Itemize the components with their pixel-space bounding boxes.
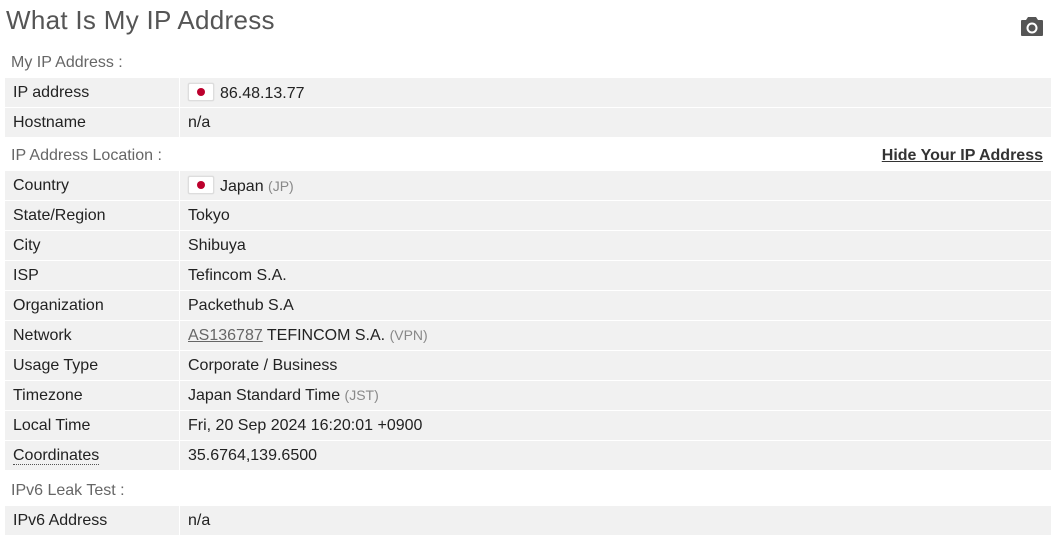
row-value-local-time: Fri, 20 Sep 2024 16:20:01 +0900: [179, 410, 1051, 441]
country-code: (JP): [268, 177, 294, 194]
row-value-coordinates: 35.6764,139.6500: [179, 440, 1051, 471]
table-row: IPv6 Address n/a: [5, 506, 1051, 536]
row-value-organization: Packethub S.A: [179, 290, 1051, 321]
row-value-ipv6: n/a: [179, 506, 1051, 536]
row-value-isp: Tefincom S.A.: [179, 260, 1051, 291]
table-row: State/Region Tokyo: [5, 200, 1051, 231]
table-row: City Shibuya: [5, 230, 1051, 261]
row-key-network: Network: [5, 320, 180, 351]
coordinates-label[interactable]: Coordinates: [13, 446, 100, 465]
table-row: ISP Tefincom S.A.: [5, 260, 1051, 291]
row-key-state: State/Region: [5, 200, 180, 231]
hide-ip-link[interactable]: Hide Your IP Address: [882, 141, 1043, 171]
asn-link[interactable]: AS136787: [188, 327, 263, 344]
row-key-coordinates: Coordinates: [5, 440, 180, 471]
row-value-city: Shibuya: [179, 230, 1051, 261]
ip-section-header: My IP Address :: [5, 48, 1051, 78]
country-value: Japan: [220, 177, 264, 195]
ipv6-section-label: IPv6 Leak Test :: [11, 482, 125, 499]
ip-table: IP address 86.48.13.77 Hostname n/a: [5, 78, 1051, 138]
row-key-ip-address: IP address: [5, 78, 180, 108]
table-row: Organization Packethub S.A: [5, 290, 1051, 321]
location-section-header: IP Address Location : Hide Your IP Addre…: [5, 141, 1051, 171]
timezone-name: Japan Standard Time: [188, 386, 341, 404]
table-row: Usage Type Corporate / Business: [5, 350, 1051, 381]
row-key-organization: Organization: [5, 290, 180, 321]
table-row: Network AS136787 TEFINCOM S.A. (VPN): [5, 320, 1051, 351]
row-value-network: AS136787 TEFINCOM S.A. (VPN): [179, 320, 1051, 351]
network-type: (VPN): [389, 326, 428, 343]
location-table: Country Japan (JP) State/Region Tokyo Ci…: [5, 171, 1051, 471]
row-key-hostname: Hostname: [5, 107, 180, 138]
network-name: TEFINCOM S.A.: [266, 326, 386, 344]
table-row: IP address 86.48.13.77: [5, 78, 1051, 108]
row-value-usage-type: Corporate / Business: [179, 350, 1051, 381]
table-row: Hostname n/a: [5, 107, 1051, 138]
row-key-usage-type: Usage Type: [5, 350, 180, 381]
row-key-timezone: Timezone: [5, 380, 180, 411]
row-value-country: Japan (JP): [179, 171, 1051, 201]
table-row: Country Japan (JP): [5, 171, 1051, 201]
camera-icon[interactable]: [1020, 15, 1044, 37]
table-row: Timezone Japan Standard Time (JST): [5, 380, 1051, 411]
ipv6-section-header: IPv6 Leak Test :: [5, 476, 1051, 506]
table-row: Local Time Fri, 20 Sep 2024 16:20:01 +09…: [5, 410, 1051, 441]
japan-flag-icon: [188, 82, 214, 101]
row-value-timezone: Japan Standard Time (JST): [179, 380, 1051, 411]
row-key-local-time: Local Time: [5, 410, 180, 441]
page-title: What Is My IP Address: [6, 5, 275, 35]
ip-address-value: 86.48.13.77: [220, 84, 305, 102]
row-value-state: Tokyo: [179, 200, 1051, 231]
location-section-label: IP Address Location :: [11, 147, 162, 164]
row-key-country: Country: [5, 171, 180, 201]
ip-section-label: My IP Address :: [11, 54, 123, 71]
row-value-hostname: n/a: [179, 107, 1051, 138]
row-key-city: City: [5, 230, 180, 261]
japan-flag-icon: [188, 175, 214, 194]
page: What Is My IP Address My IP Address : IP…: [0, 0, 1060, 543]
row-key-isp: ISP: [5, 260, 180, 291]
ipv6-table: IPv6 Address n/a: [5, 506, 1051, 536]
row-key-ipv6: IPv6 Address: [5, 506, 180, 536]
row-value-ip-address: 86.48.13.77: [179, 78, 1051, 108]
timezone-abbr: (JST): [344, 386, 379, 403]
table-row: Coordinates 35.6764,139.6500: [5, 440, 1051, 471]
